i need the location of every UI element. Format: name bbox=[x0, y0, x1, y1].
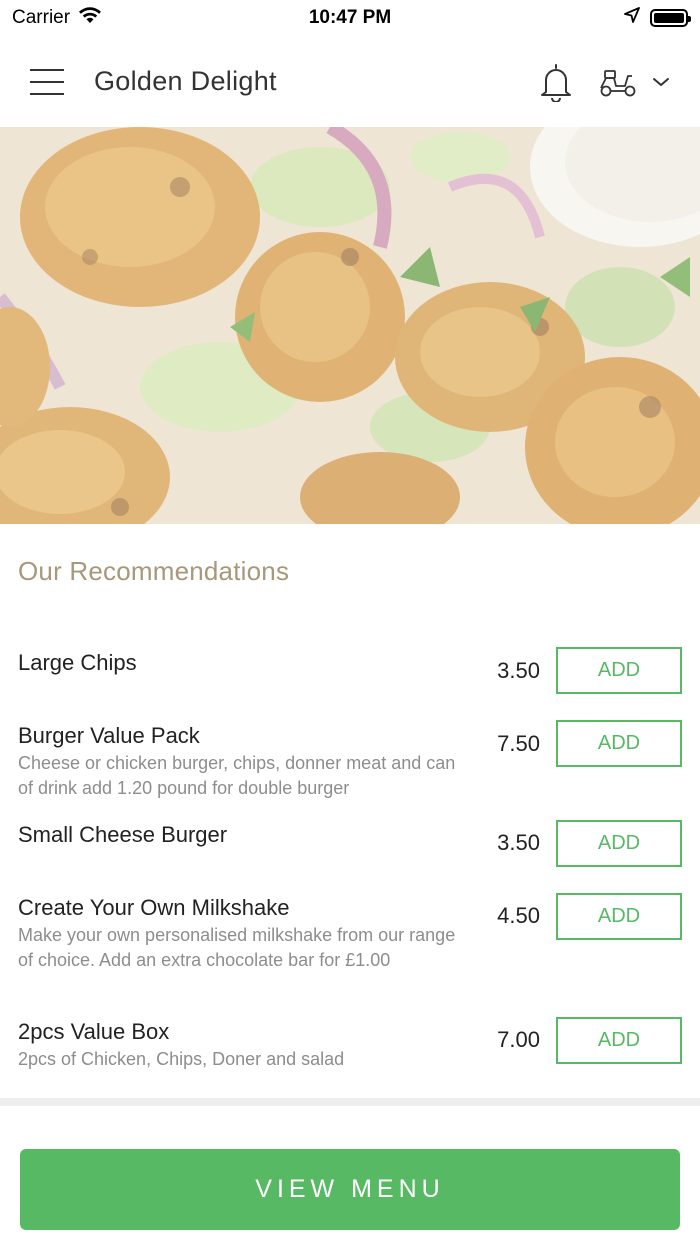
status-bar: Carrier 10:47 PM bbox=[0, 0, 700, 36]
item-description: 2pcs of Chicken, Chips, Doner and salad bbox=[18, 1049, 345, 1069]
section-divider bbox=[0, 1098, 700, 1106]
recommendations-title: Our Recommendations bbox=[18, 556, 290, 586]
bell-icon[interactable] bbox=[538, 62, 574, 102]
item-name: Large Chips bbox=[18, 650, 137, 675]
chevron-down-icon[interactable] bbox=[652, 76, 670, 88]
location-arrow-icon bbox=[624, 7, 640, 29]
view-menu-button[interactable]: VIEW MENU bbox=[20, 1149, 680, 1230]
list-item: 2pcs Value Box 2pcs of Chicken, Chips, D… bbox=[0, 1017, 700, 1077]
hero-image bbox=[0, 127, 700, 524]
item-name: 2pcs Value Box bbox=[18, 1019, 170, 1044]
status-right bbox=[624, 7, 691, 29]
wifi-icon bbox=[78, 6, 102, 30]
add-button[interactable]: ADD bbox=[556, 820, 682, 867]
status-left: Carrier bbox=[12, 6, 102, 30]
carrier-label: Carrier bbox=[12, 7, 71, 28]
add-button[interactable]: ADD bbox=[556, 1017, 682, 1064]
battery-icon bbox=[650, 9, 691, 27]
scooter-icon[interactable] bbox=[598, 66, 638, 98]
item-name: Small Cheese Burger bbox=[18, 822, 228, 847]
list-item: Burger Value Pack Cheese or chicken burg… bbox=[0, 720, 700, 810]
item-description: Cheese or chicken burger, chips, donner … bbox=[18, 753, 456, 798]
item-price: 7.00 bbox=[497, 1027, 540, 1052]
add-button[interactable]: ADD bbox=[556, 647, 682, 694]
add-button[interactable]: ADD bbox=[556, 720, 682, 767]
list-item: Create Your Own Milkshake Make your own … bbox=[0, 893, 700, 1003]
item-price: 3.50 bbox=[497, 658, 540, 683]
list-item: Large Chips 3.50 ADD bbox=[0, 630, 700, 700]
status-time: 10:47 PM bbox=[308, 7, 392, 28]
item-description: Make your own personalised milkshake fro… bbox=[18, 925, 456, 970]
item-name: Burger Value Pack bbox=[18, 723, 200, 748]
restaurant-title: Golden Delight bbox=[94, 66, 277, 96]
list-item: Small Cheese Burger 3.50 ADD bbox=[0, 820, 700, 880]
item-price: 4.50 bbox=[497, 903, 540, 928]
add-button[interactable]: ADD bbox=[556, 893, 682, 940]
item-price: 7.50 bbox=[497, 731, 540, 756]
item-name: Create Your Own Milkshake bbox=[18, 895, 290, 920]
menu-icon[interactable] bbox=[30, 68, 64, 95]
app-header: Golden Delight bbox=[0, 36, 700, 127]
item-price: 3.50 bbox=[497, 830, 540, 855]
